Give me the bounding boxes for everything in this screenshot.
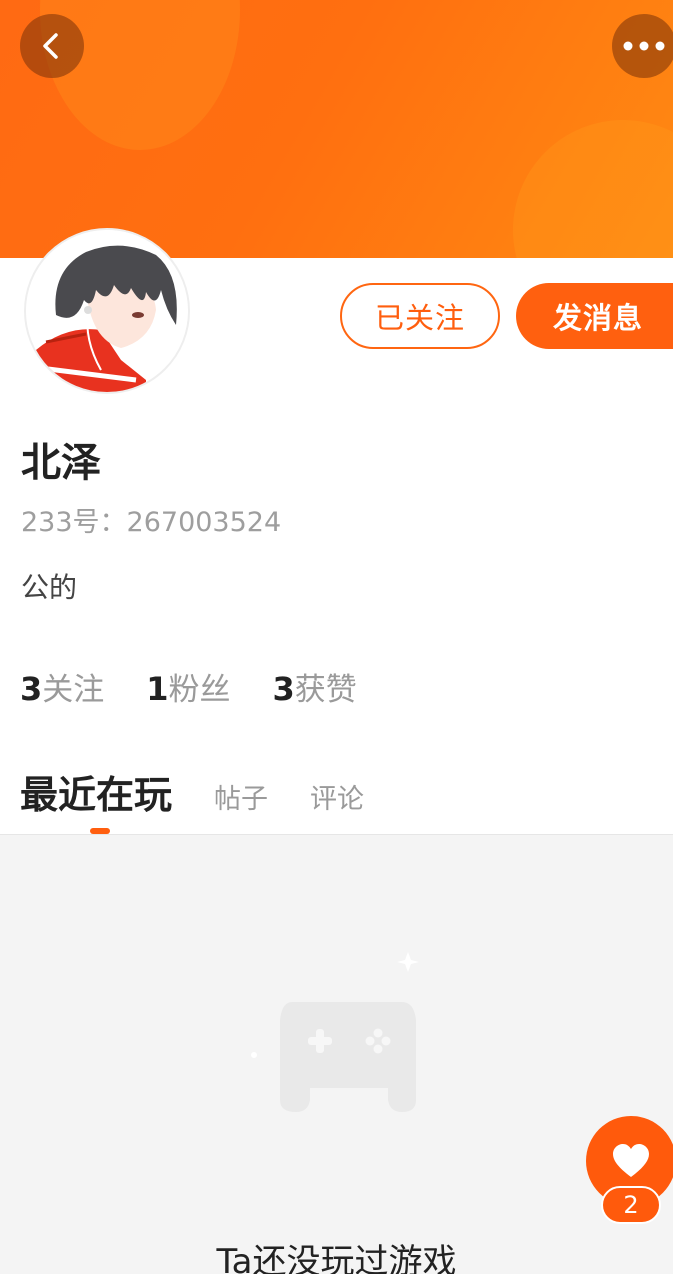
user-bio: 公的	[21, 571, 78, 604]
username: 北泽	[21, 440, 101, 486]
profile-page: 已关注 发消息 北泽 233号：267003524 公的 3 关注 1 粉丝 3…	[0, 0, 673, 1274]
back-button[interactable]	[20, 14, 84, 78]
avatar-image	[26, 230, 188, 392]
chevron-left-icon	[43, 33, 58, 59]
send-message-button[interactable]: 发消息	[516, 283, 673, 349]
stat-following-count: 3	[20, 670, 43, 708]
like-count-badge: 2	[601, 1186, 661, 1224]
stat-likes[interactable]: 3 获赞	[273, 664, 357, 709]
following-button[interactable]: 已关注	[340, 283, 500, 349]
stat-followers-label: 粉丝	[168, 672, 231, 708]
profile-banner	[0, 0, 673, 258]
profile-tabs: 最近在玩 帖子 评论	[20, 764, 406, 819]
heart-icon	[613, 1144, 649, 1177]
tab-comments[interactable]: 评论	[310, 777, 364, 816]
user-id: 233号：267003524	[21, 507, 282, 538]
stat-followers[interactable]: 1 粉丝	[146, 664, 230, 709]
stat-likes-label: 获赞	[294, 672, 357, 708]
stat-following-label: 关注	[42, 672, 105, 708]
banner-decoration	[513, 120, 673, 258]
profile-stats: 3 关注 1 粉丝 3 获赞	[20, 664, 399, 709]
avatar[interactable]	[24, 228, 190, 394]
stat-followers-count: 1	[146, 670, 169, 708]
empty-state-message: Ta还没玩过游戏	[216, 1242, 457, 1274]
tab-posts[interactable]: 帖子	[214, 777, 268, 816]
stat-following[interactable]: 3 关注	[20, 664, 104, 709]
tab-recently-played[interactable]: 最近在玩	[20, 764, 172, 819]
more-dots-icon	[623, 41, 665, 51]
more-button[interactable]	[612, 14, 673, 78]
gamepad-icon	[251, 952, 419, 1112]
stat-likes-count: 3	[272, 670, 295, 708]
